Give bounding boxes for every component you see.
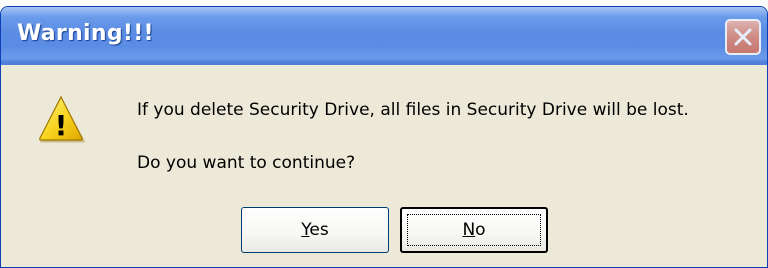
yes-button-label: Yes: [301, 220, 328, 240]
warning-glyph: !: [55, 109, 68, 142]
no-button[interactable]: No: [400, 207, 548, 253]
focus-ring: [407, 214, 541, 246]
close-icon: [734, 28, 752, 46]
yes-label-rest: es: [309, 220, 329, 240]
message-line-2: Do you want to continue?: [137, 153, 356, 173]
message-line-1: If you delete Security Drive, all files …: [137, 100, 689, 120]
title-bar[interactable]: Warning!!!: [1, 7, 767, 65]
warning-icon: !: [39, 95, 85, 143]
yes-button[interactable]: Yes: [241, 207, 389, 253]
close-button[interactable]: [725, 19, 761, 55]
dialog-title: Warning!!!: [17, 21, 154, 46]
warning-dialog: Warning!!! ! If you delete Security Driv…: [0, 6, 768, 268]
